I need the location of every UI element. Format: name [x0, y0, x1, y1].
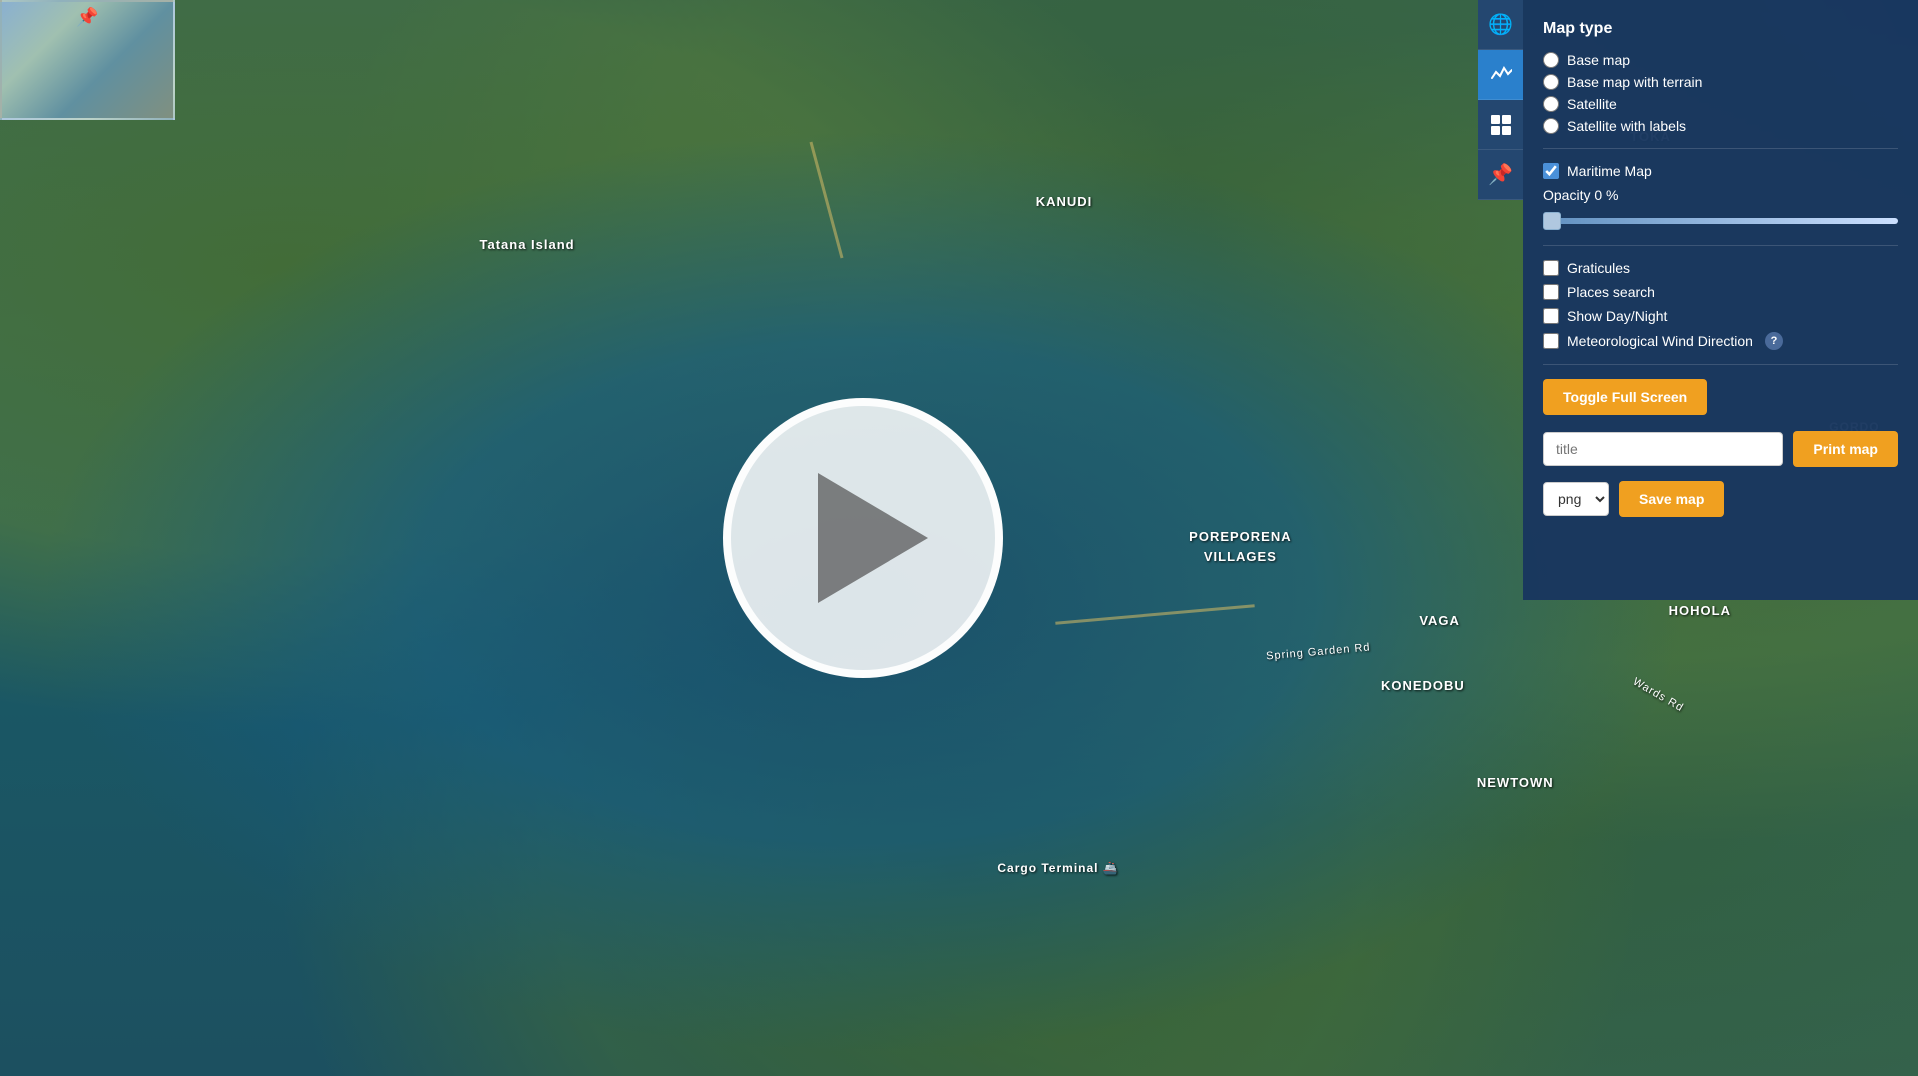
radio-satellite-labels-label[interactable]: Satellite with labels [1567, 118, 1686, 134]
radio-satellite-input[interactable] [1543, 96, 1559, 112]
radio-satellite-labels-input[interactable] [1543, 118, 1559, 134]
print-map-button[interactable]: Print map [1793, 431, 1898, 467]
toggle-fullscreen-button[interactable]: Toggle Full Screen [1543, 379, 1707, 415]
checkbox-maritime-input[interactable] [1543, 163, 1559, 179]
radio-base-map: Base map [1543, 52, 1898, 68]
sidebar-panel: Map type Base map Base map with terrain … [1523, 0, 1918, 600]
map-type-heading: Map type [1543, 20, 1898, 38]
format-select[interactable]: png jpg svg [1543, 482, 1609, 516]
opacity-label: Opacity 0 % [1543, 187, 1898, 203]
checkbox-show-day-night-input[interactable] [1543, 308, 1559, 324]
icon-toolbar: 🌐 📌 [1478, 0, 1523, 200]
met-wind-info-icon[interactable]: ? [1765, 332, 1783, 350]
checkbox-show-day-night: Show Day/Night [1543, 308, 1898, 324]
checkbox-places-search: Places search [1543, 284, 1898, 300]
radio-satellite-labels: Satellite with labels [1543, 118, 1898, 134]
thumbnail-pin-icon: 📌 [76, 7, 98, 28]
radio-base-map-input[interactable] [1543, 52, 1559, 68]
checkbox-met-wind-input[interactable] [1543, 333, 1559, 349]
checkbox-maritime-label[interactable]: Maritime Map [1567, 163, 1652, 179]
checkbox-met-wind-label[interactable]: Meteorological Wind Direction [1567, 333, 1753, 349]
radio-base-map-terrain-input[interactable] [1543, 74, 1559, 90]
checkbox-show-day-night-label[interactable]: Show Day/Night [1567, 308, 1667, 324]
pin-toolbar-icon[interactable]: 📌 [1478, 150, 1523, 200]
divider-3 [1543, 364, 1898, 365]
play-button[interactable] [723, 398, 1003, 678]
globe-toolbar-icon[interactable]: 🌐 [1478, 0, 1523, 50]
radio-satellite: Satellite [1543, 96, 1898, 112]
radio-base-map-label[interactable]: Base map [1567, 52, 1630, 68]
checkbox-maritime: Maritime Map [1543, 163, 1898, 179]
thumbnail-preview: 📌 [0, 0, 175, 120]
activity-toolbar-icon[interactable] [1478, 50, 1523, 100]
play-triangle-icon [818, 473, 928, 603]
checkbox-graticules: Graticules [1543, 260, 1898, 276]
opacity-section: Opacity 0 % [1543, 187, 1898, 229]
grid-toolbar-icon[interactable] [1478, 100, 1523, 150]
checkbox-met-wind: Meteorological Wind Direction ? [1543, 332, 1898, 350]
radio-base-map-terrain-label[interactable]: Base map with terrain [1567, 74, 1702, 90]
checkbox-places-search-input[interactable] [1543, 284, 1559, 300]
radio-satellite-label[interactable]: Satellite [1567, 96, 1617, 112]
divider-2 [1543, 245, 1898, 246]
save-map-button[interactable]: Save map [1619, 481, 1724, 517]
divider-1 [1543, 148, 1898, 149]
checkbox-graticules-label[interactable]: Graticules [1567, 260, 1630, 276]
title-input[interactable] [1543, 432, 1783, 466]
radio-base-map-terrain: Base map with terrain [1543, 74, 1898, 90]
checkbox-places-search-label[interactable]: Places search [1567, 284, 1655, 300]
print-section: Print map [1543, 431, 1898, 467]
opacity-slider[interactable] [1543, 218, 1898, 224]
checkbox-graticules-input[interactable] [1543, 260, 1559, 276]
save-section: png jpg svg Save map [1543, 481, 1898, 517]
